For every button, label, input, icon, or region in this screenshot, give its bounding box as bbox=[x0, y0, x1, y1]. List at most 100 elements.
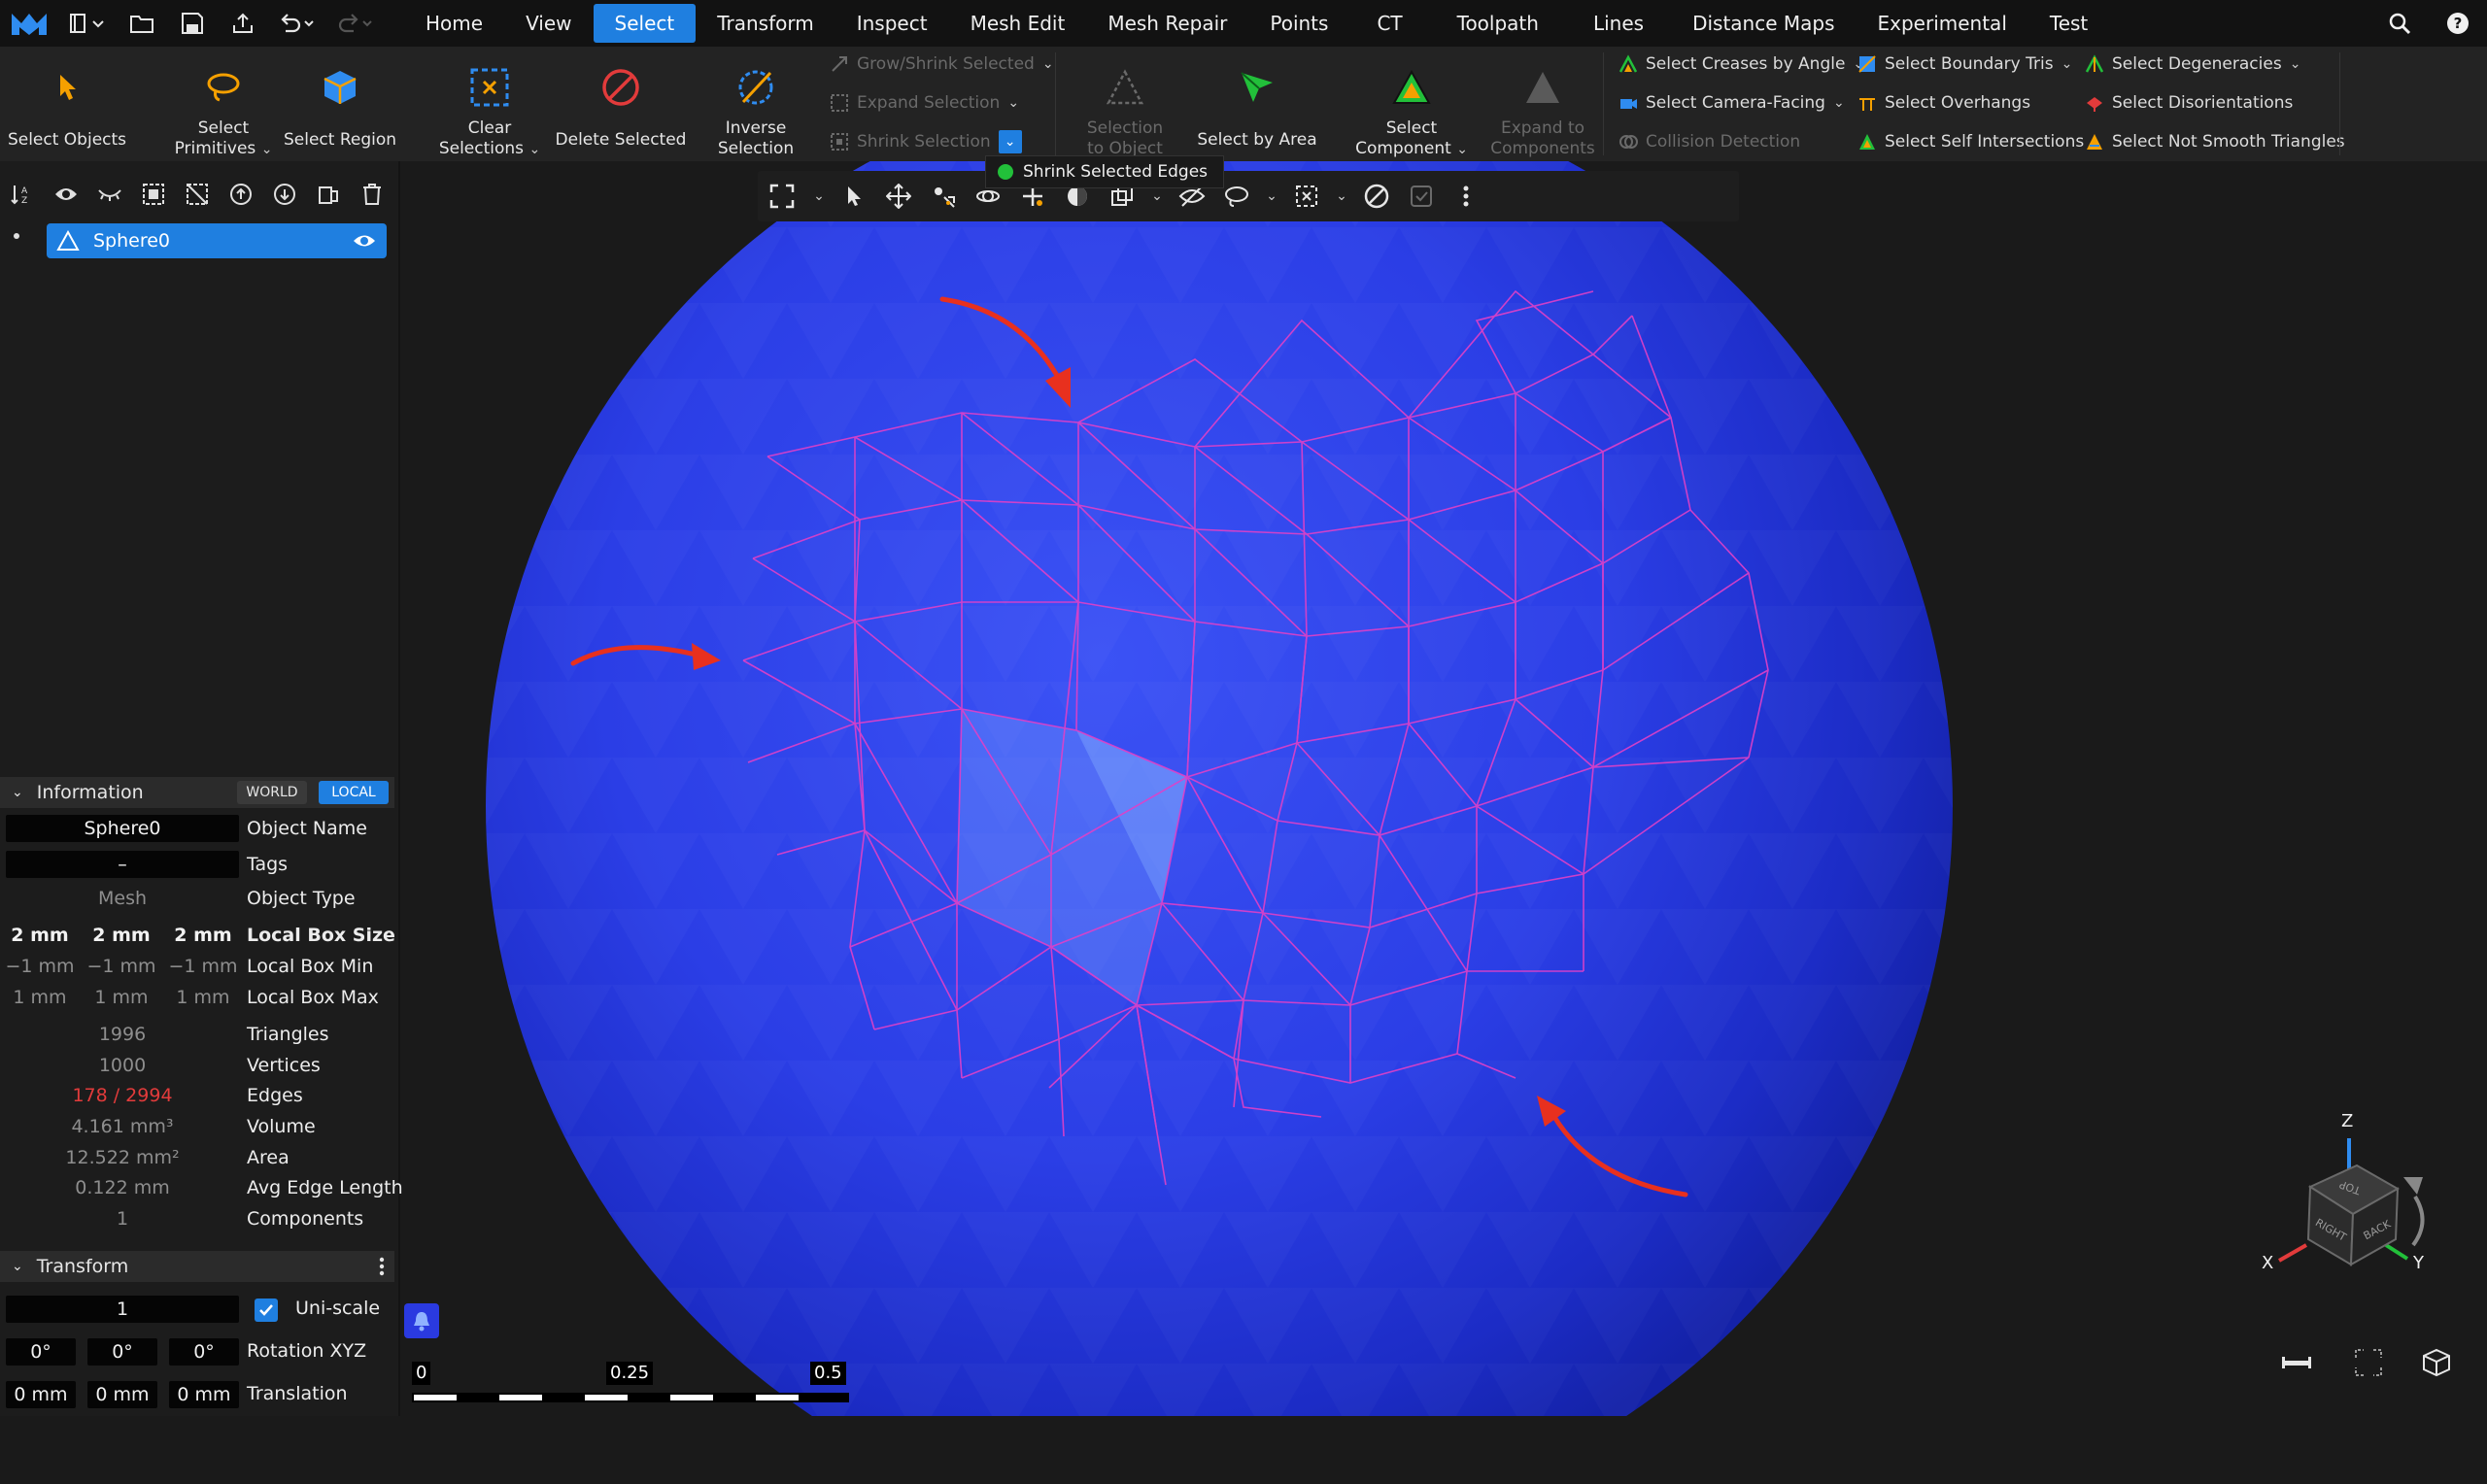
scene-tree-item[interactable]: Sphere0 bbox=[47, 223, 387, 258]
box-min-row: −1 mm −1 mm −1 mm Local Box Min bbox=[0, 952, 398, 981]
tab-experimental[interactable]: Experimental bbox=[1857, 4, 2028, 43]
tab-toolpath[interactable]: Toolpath bbox=[1430, 4, 1566, 43]
tab-transform[interactable]: Transform bbox=[696, 4, 835, 43]
translation-x-field[interactable]: 0 mm bbox=[6, 1381, 76, 1408]
area-label: Area bbox=[247, 1147, 290, 1168]
rotation-y-field[interactable]: 0° bbox=[87, 1338, 157, 1366]
select-degeneracies-dropdown[interactable]: Select Degeneracies ⌄ bbox=[2085, 47, 2300, 82]
fit-view-icon[interactable] bbox=[2349, 1346, 2388, 1379]
inverse-selection-button[interactable]: Inverse Selection bbox=[701, 47, 810, 161]
clear-selections-button[interactable]: Clear Selections ⌄ bbox=[431, 47, 548, 161]
select-by-area-button[interactable]: Select by Area bbox=[1197, 47, 1317, 161]
fullscreen-icon[interactable] bbox=[758, 171, 806, 221]
trash-icon[interactable] bbox=[350, 175, 393, 214]
rotation-x-field[interactable]: 0° bbox=[6, 1338, 76, 1366]
help-icon[interactable]: ? bbox=[2429, 0, 2487, 47]
move-icon[interactable] bbox=[876, 171, 921, 221]
pointer-icon[interactable] bbox=[832, 171, 876, 221]
tags-field[interactable]: – bbox=[6, 851, 239, 878]
hide-all-icon[interactable] bbox=[87, 175, 131, 214]
select-region-button[interactable]: Select Region bbox=[282, 47, 398, 161]
chevron-down-icon[interactable]: ⌄ bbox=[1329, 171, 1354, 221]
select-all-icon[interactable] bbox=[131, 175, 175, 214]
chevron-down-icon[interactable]: ⌄ bbox=[806, 171, 832, 221]
tab-view[interactable]: View bbox=[504, 4, 593, 43]
tab-test[interactable]: Test bbox=[2028, 4, 2109, 43]
save-icon[interactable] bbox=[167, 0, 218, 47]
object-name-field[interactable]: Sphere0 bbox=[6, 815, 239, 842]
search-icon[interactable] bbox=[2370, 0, 2429, 47]
expand-icon bbox=[831, 94, 848, 112]
transform-gizmo-icon[interactable] bbox=[921, 171, 966, 221]
app-logo[interactable] bbox=[0, 0, 58, 47]
show-all-icon[interactable] bbox=[44, 175, 87, 214]
tab-lines[interactable]: Lines bbox=[1566, 4, 1671, 43]
delete-selected-button[interactable]: Delete Selected bbox=[556, 47, 686, 161]
translation-y-field[interactable]: 0 mm bbox=[87, 1381, 157, 1408]
translation-z-field[interactable]: 0 mm bbox=[169, 1381, 239, 1408]
volume-label: Volume bbox=[247, 1116, 316, 1137]
self-intersection-icon bbox=[1859, 134, 1875, 150]
tab-points[interactable]: Points bbox=[1248, 4, 1349, 43]
selection-to-object-button[interactable]: Selection to Object bbox=[1073, 47, 1177, 161]
vertices-label: Vertices bbox=[247, 1055, 321, 1076]
select-overhangs-button[interactable]: Select Overhangs bbox=[1857, 85, 2030, 120]
select-camera-facing-dropdown[interactable]: Select Camera-Facing ⌄ bbox=[1618, 85, 1845, 120]
new-file-icon[interactable] bbox=[58, 0, 117, 47]
3d-viewport[interactable]: 0 0.25 0.5 Z X Y TOP RIGHT BACK bbox=[400, 161, 2487, 1416]
select-creases-by-angle-dropdown[interactable]: Select Creases by Angle ⌄ bbox=[1618, 47, 1864, 82]
redo-icon[interactable] bbox=[326, 0, 385, 47]
tab-ct[interactable]: CT bbox=[1349, 4, 1429, 43]
group-icon[interactable] bbox=[306, 175, 350, 214]
no-backface-icon[interactable] bbox=[1354, 171, 1399, 221]
view-cube[interactable]: Z X Y TOP RIGHT BACK bbox=[2252, 1111, 2446, 1294]
select-boundary-tris-dropdown[interactable]: Select Boundary Tris ⌄ bbox=[1857, 47, 2072, 82]
select-not-smooth-triangles-button[interactable]: Select Not Smooth Triangles bbox=[2085, 124, 2345, 159]
select-disorientations-button[interactable]: Select Disorientations bbox=[2085, 85, 2293, 120]
confirm-icon[interactable] bbox=[1399, 171, 1444, 221]
sort-az-icon[interactable]: AZ bbox=[0, 175, 44, 214]
export-icon[interactable] bbox=[218, 0, 268, 47]
rotation-z-field[interactable]: 0° bbox=[169, 1338, 239, 1366]
volume-row: 4.161 mm³ Volume bbox=[0, 1112, 398, 1141]
shrink-icon bbox=[831, 133, 848, 151]
select-self-intersections-button[interactable]: Select Self Intersections bbox=[1857, 124, 2084, 159]
tab-home[interactable]: Home bbox=[404, 4, 504, 43]
tab-inspect[interactable]: Inspect bbox=[835, 4, 949, 43]
scale-label-0: 0 bbox=[412, 1362, 431, 1385]
move-up-icon[interactable] bbox=[219, 175, 262, 214]
uniscale-checkbox[interactable] bbox=[255, 1298, 278, 1322]
scale-field[interactable]: 1 bbox=[6, 1296, 239, 1323]
undo-icon[interactable] bbox=[268, 0, 326, 47]
shrink-selection-chevron[interactable]: ⌄ bbox=[998, 130, 1022, 153]
boundary-tris-icon bbox=[1858, 55, 1876, 73]
expand-to-components-button[interactable]: Expand to Components bbox=[1484, 47, 1601, 161]
transform-menu-icon[interactable] bbox=[379, 1257, 385, 1276]
select-primitives-button[interactable]: Select Primitives ⌄ bbox=[155, 47, 291, 161]
measure-icon[interactable] bbox=[2277, 1348, 2316, 1377]
information-section-header[interactable]: ⌄ Information WORLD LOCAL bbox=[0, 777, 394, 808]
grow-shrink-selected-dropdown[interactable]: Grow/Shrink Selected ⌄ bbox=[830, 47, 1054, 82]
local-toggle[interactable]: LOCAL bbox=[319, 781, 389, 804]
select-objects-button[interactable]: Select Objects bbox=[6, 47, 128, 161]
transform-section-header[interactable]: ⌄ Transform bbox=[0, 1251, 394, 1282]
tab-distance-maps[interactable]: Distance Maps bbox=[1671, 4, 1856, 43]
move-down-icon[interactable] bbox=[262, 175, 306, 214]
tab-mesh-edit[interactable]: Mesh Edit bbox=[949, 4, 1087, 43]
box-deselect-icon[interactable] bbox=[1284, 171, 1329, 221]
shrink-selection-dropdown[interactable]: Shrink Selection ⌄ bbox=[830, 124, 1022, 159]
select-component-button[interactable]: Select Component ⌄ bbox=[1350, 47, 1473, 161]
tab-mesh-repair[interactable]: Mesh Repair bbox=[1086, 4, 1248, 43]
tab-select[interactable]: Select bbox=[593, 4, 697, 43]
notification-bell-icon[interactable] bbox=[404, 1303, 439, 1338]
visibility-eye-icon[interactable] bbox=[352, 232, 377, 250]
open-folder-icon[interactable] bbox=[117, 0, 167, 47]
area-row: 12.522 mm² Area bbox=[0, 1143, 398, 1172]
more-options-icon[interactable] bbox=[1444, 171, 1488, 221]
expand-selection-dropdown[interactable]: Expand Selection ⌄ bbox=[830, 85, 1019, 120]
chevron-down-icon[interactable]: ⌄ bbox=[1259, 171, 1284, 221]
deselect-all-icon[interactable] bbox=[175, 175, 219, 214]
projection-icon[interactable] bbox=[2417, 1346, 2456, 1379]
world-toggle[interactable]: WORLD bbox=[237, 781, 307, 804]
collision-detection-button[interactable]: Collision Detection bbox=[1618, 124, 1800, 159]
